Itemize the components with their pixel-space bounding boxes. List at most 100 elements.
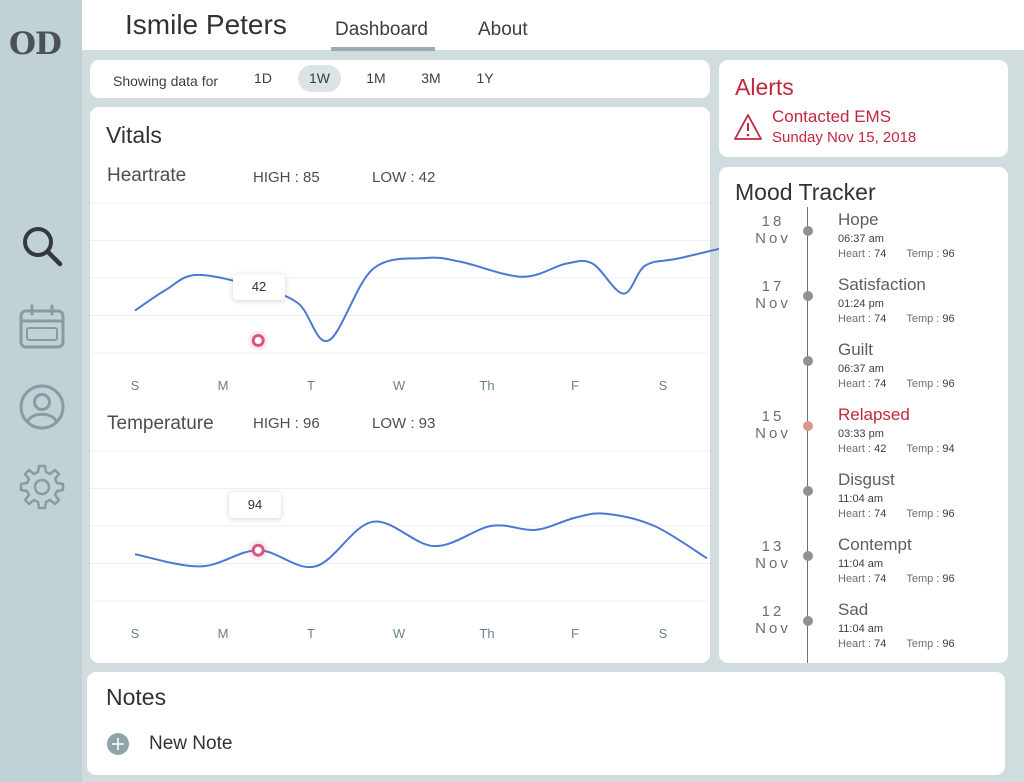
mood-date-month: Nov — [755, 230, 791, 247]
active-tab-indicator — [331, 47, 435, 51]
range-1d-button[interactable]: 1D — [248, 65, 278, 92]
mood-entry[interactable]: 15 Nov Relapsed 03:33 pm Heart : 42 Temp : 94 — [719, 405, 1007, 471]
temp-value: 94 — [942, 443, 955, 455]
mood-date-month: Nov — [755, 295, 791, 312]
heart-value: 74 — [874, 248, 887, 260]
heartrate-title: Heartrate — [107, 165, 187, 186]
patient-name: Ismile Peters — [125, 9, 287, 40]
mood-date: 18 Nov — [744, 213, 802, 247]
temperature-marker[interactable] — [251, 543, 265, 557]
temperature-tooltip: 94 — [229, 492, 281, 518]
mood-tracker-card: Mood Tracker 18 Nov Hope 06:37 am Heart : 74… — [719, 167, 1008, 663]
add-note-icon[interactable] — [107, 733, 129, 755]
mood-date: 13 Nov — [744, 538, 802, 572]
mood-date-month: Nov — [755, 425, 791, 442]
mood-time: 11:04 am — [838, 493, 884, 505]
timeline-dot — [803, 356, 813, 366]
mood-name: Sad — [838, 600, 869, 619]
heartrate-x-tick: M — [218, 378, 229, 393]
timeline-dot — [803, 226, 813, 236]
heart-label: Heart : — [838, 313, 875, 325]
temperature-x-tick: W — [393, 626, 406, 641]
heart-label: Heart : — [838, 508, 875, 520]
mood-entry[interactable]: 18 Nov Hope 06:37 am Heart : 74 Temp : 96 — [719, 210, 1007, 276]
mood-entry[interactable]: Disgust 11:04 am Heart : 74 Temp : 96 — [719, 470, 1007, 536]
mood-entry[interactable]: Guilt 06:37 am Heart : 74 Temp : 96 — [719, 340, 1007, 406]
heartrate-x-tick: W — [393, 378, 406, 393]
temp-label: Temp : — [906, 573, 943, 585]
mood-vitals: Heart : 74 Temp : 96 — [838, 573, 955, 585]
temperature-low: LOW : 93 — [372, 415, 436, 432]
mood-vitals: Heart : 74 Temp : 96 — [838, 313, 955, 325]
temperature-x-tick: S — [131, 626, 140, 641]
temperature-line — [134, 512, 708, 569]
mood-date: 12 Nov — [744, 603, 802, 637]
mood-date-day: 18 — [761, 213, 785, 230]
temp-value: 96 — [942, 508, 955, 520]
tab-dashboard[interactable]: Dashboard — [335, 19, 428, 41]
heartrate-low: LOW : 42 — [372, 169, 436, 186]
alerts-title: Alerts — [735, 74, 794, 100]
heart-value: 42 — [874, 443, 887, 455]
heart-label: Heart : — [838, 248, 875, 260]
range-1w-button[interactable]: 1W — [298, 65, 341, 92]
temp-value: 96 — [942, 313, 955, 325]
heartrate-marker[interactable] — [251, 334, 265, 347]
timeline-dot — [803, 616, 813, 626]
mood-time: 01:24 pm — [838, 298, 884, 310]
range-3m-button[interactable]: 3M — [415, 65, 447, 92]
new-note-button[interactable]: New Note — [149, 733, 232, 755]
mood-date-day: 17 — [761, 278, 785, 295]
mood-vitals: Heart : 74 Temp : 96 — [838, 638, 955, 650]
tab-about[interactable]: About — [478, 19, 528, 41]
mood-name: Contempt — [838, 535, 912, 554]
temperature-chart[interactable]: S M T W Th F S — [90, 450, 710, 651]
heartrate-line — [134, 240, 752, 342]
mood-time: 11:04 am — [838, 558, 884, 570]
calendar-icon[interactable] — [18, 303, 66, 351]
mood-tracker-title: Mood Tracker — [735, 179, 876, 205]
heart-value: 74 — [874, 638, 887, 650]
mood-name: Disgust — [838, 470, 895, 489]
mood-vitals: Heart : 74 Temp : 96 — [838, 378, 955, 390]
mood-time: 03:33 pm — [838, 428, 884, 440]
heartrate-high: HIGH : 85 — [253, 169, 320, 186]
mood-vitals: Heart : 74 Temp : 96 — [838, 508, 955, 520]
mood-date-day: 12 — [761, 603, 785, 620]
search-icon[interactable] — [18, 222, 66, 270]
gear-icon[interactable] — [18, 463, 66, 511]
heart-label: Heart : — [838, 638, 875, 650]
heartrate-chart[interactable]: S M T W Th F S — [90, 202, 752, 403]
heartrate-x-tick: Th — [479, 378, 494, 393]
range-1y-button[interactable]: 1Y — [470, 65, 500, 92]
mood-entry[interactable]: 13 Nov Contempt 11:04 am Heart : 74 Temp : 96 — [719, 535, 1007, 601]
heartrate-x-tick: T — [307, 378, 315, 393]
mood-entry[interactable]: 12 Nov Sad 11:04 am Heart : 74 Temp : 96 — [719, 600, 1007, 663]
mood-vitals: Heart : 74 Temp : 96 — [838, 248, 955, 260]
temp-label: Temp : — [906, 378, 943, 390]
temp-value: 96 — [942, 378, 955, 390]
alert-text[interactable]: Contacted EMS — [772, 107, 891, 127]
heartrate-tooltip: 42 — [233, 274, 285, 300]
range-1m-button[interactable]: 1M — [360, 65, 392, 92]
heart-value: 74 — [874, 508, 887, 520]
notes-card: Notes New Note — [87, 672, 1005, 775]
heart-label: Heart : — [838, 573, 875, 585]
notes-title: Notes — [106, 684, 167, 710]
temperature-x-tick: Th — [479, 626, 494, 641]
timeline-dot — [803, 551, 813, 561]
temp-label: Temp : — [906, 508, 943, 520]
sidebar: OD — [0, 0, 82, 782]
user-icon[interactable] — [18, 383, 66, 431]
temperature-x-tick: S — [659, 626, 668, 641]
mood-entry[interactable]: 17 Nov Satisfaction 01:24 pm Heart : 74 Temp … — [719, 275, 1007, 341]
range-selector: Showing data for 1D 1W 1M 3M 1Y — [90, 60, 710, 98]
heart-label: Heart : — [838, 443, 875, 455]
temperature-high: HIGH : 96 — [253, 415, 320, 432]
mood-time: 11:04 am — [838, 623, 884, 635]
heart-label: Heart : — [838, 378, 875, 390]
app-logo[interactable]: OD — [9, 26, 62, 62]
mood-name: Satisfaction — [838, 275, 926, 294]
alert-date: Sunday Nov 15, 2018 — [772, 129, 917, 146]
temp-label: Temp : — [906, 443, 943, 455]
